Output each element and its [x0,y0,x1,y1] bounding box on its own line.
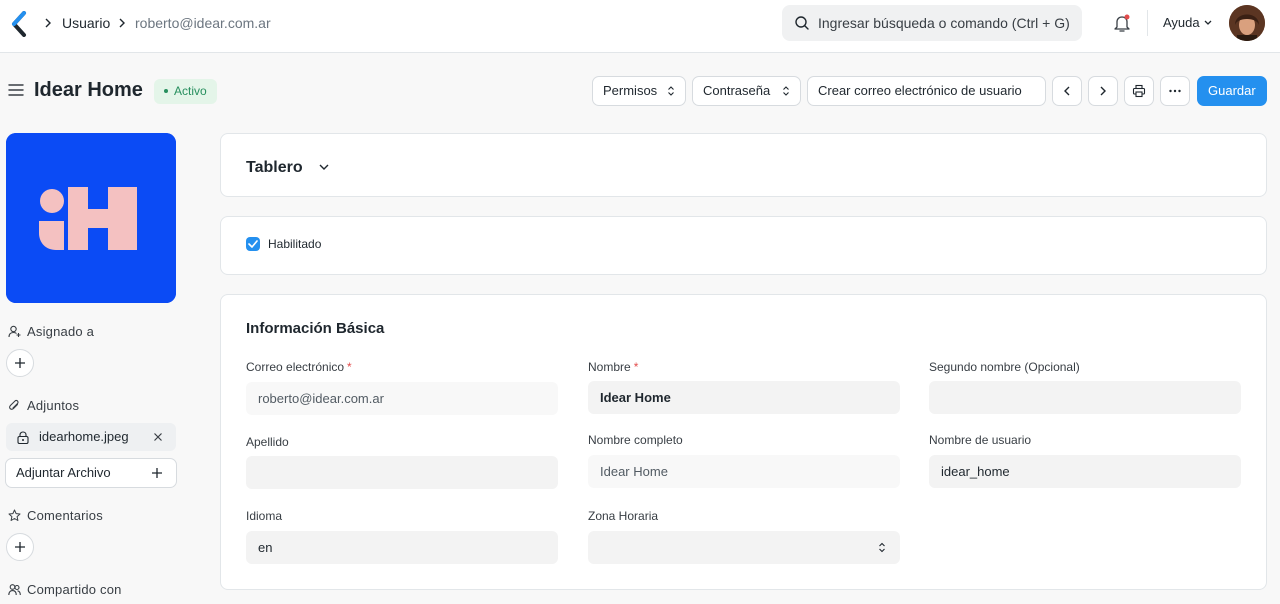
attachment-filename[interactable]: idearhome.jpeg [39,429,129,445]
chevron-down-icon[interactable] [1203,18,1213,28]
avatar-photo-icon [1229,5,1265,41]
navbar: Usuario roberto@idear.com.ar Ingresar bú… [0,0,1280,53]
permissions-label: Permisos [603,83,658,98]
page-title: Idear Home [34,79,143,101]
attach-file-button[interactable]: Adjuntar Archivo [5,458,177,488]
idear-logo-image [6,133,176,303]
assigned-to-section: Asignado a [8,324,94,340]
search-icon [795,16,809,30]
user-avatar[interactable] [1229,5,1265,41]
breadcrumb-current-record[interactable]: roberto@idear.com.ar [135,14,271,32]
notification-bell-icon[interactable] [1113,13,1131,33]
chevron-left-icon [1064,86,1070,96]
full-name-label: Nombre completo [588,433,683,447]
status-dot [164,88,168,93]
status-text: Activo [174,84,207,98]
middle-name-label: Segundo nombre (Opcional) [929,360,1080,374]
dashboard-section[interactable]: Tablero [220,133,1267,197]
username-field[interactable]: idear_home [929,455,1241,488]
sort-arrows-icon [879,542,885,553]
print-button[interactable] [1124,76,1154,106]
add-comment-button[interactable] [6,533,34,561]
plus-icon [152,468,162,478]
search-placeholder: Ingresar búsqueda o comando (Ctrl + G) [818,15,1070,31]
full-name-field[interactable]: Idear Home [588,455,900,488]
shared-with-label: Compartido con [27,582,122,597]
attach-file-label: Adjuntar Archivo [16,465,111,480]
breadcrumb-user-doctype[interactable]: Usuario [62,14,110,32]
plus-icon [15,542,25,552]
user-image[interactable] [6,133,176,303]
status-badge: Activo [154,79,217,104]
checkmark-icon [248,240,258,248]
language-label: Idioma [246,509,283,523]
ellipsis-icon [1169,89,1181,93]
chevron-right-icon [1100,86,1106,96]
plus-icon [15,358,25,368]
middle-name-field[interactable] [929,381,1241,414]
shared-with-section: Compartido con [8,582,122,598]
enabled-label: Habilitado [268,237,322,251]
paperclip-icon [9,399,19,410]
sort-arrows-icon [783,86,789,96]
language-field[interactable]: en [246,531,558,564]
assigned-to-label: Asignado a [27,324,95,339]
password-button[interactable]: Contraseña [692,76,801,106]
first-name-field[interactable]: Idear Home [588,381,900,414]
basic-info-section: Información Básica Correo electrónico * r… [220,294,1267,590]
chevron-down-icon[interactable] [318,162,330,172]
attachments-label: Adjuntos [27,398,80,413]
sort-arrows-icon [668,86,674,96]
user-add-icon [8,325,21,338]
app-logo-icon[interactable] [10,11,28,37]
create-user-email-button[interactable]: Crear correo electrónico de usuario [807,76,1046,106]
basic-info-title: Información Básica [246,320,385,337]
remove-attachment-icon[interactable] [153,432,163,442]
breadcrumb-chevron-icon [45,18,51,28]
save-label: Guardar [1208,83,1256,98]
search-bar[interactable]: Ingresar búsqueda o comando (Ctrl + G) [782,5,1082,41]
save-button[interactable]: Guardar [1197,76,1267,106]
comments-section: Comentarios [8,508,103,524]
dashboard-title: Tablero [246,159,303,176]
star-icon [8,509,21,521]
next-record-button[interactable] [1088,76,1118,106]
password-label: Contraseña [703,83,771,98]
enabled-section: Habilitado [220,216,1267,275]
navbar-divider [1147,10,1148,36]
first-name-label: Nombre * [588,360,639,374]
attachment-item[interactable]: idearhome.jpeg [6,423,176,451]
timezone-select[interactable] [588,531,900,564]
users-icon [8,584,21,596]
printer-icon [1132,84,1146,98]
breadcrumb-chevron-icon [119,18,125,28]
enabled-checkbox[interactable] [246,237,260,251]
help-menu[interactable]: Ayuda [1163,15,1200,31]
attachments-section: Adjuntos [8,398,79,414]
previous-record-button[interactable] [1052,76,1082,106]
email-label: Correo electrónico * [246,360,352,374]
timezone-label: Zona Horaria [588,509,659,523]
username-label: Nombre de usuario [929,433,1032,447]
more-actions-button[interactable] [1160,76,1190,106]
sidebar-toggle-icon[interactable] [8,83,24,97]
lock-icon [17,431,29,444]
last-name-field[interactable] [246,456,558,489]
comments-label: Comentarios [27,508,103,523]
email-field[interactable]: roberto@idear.com.ar [246,382,558,415]
add-assignment-button[interactable] [6,349,34,377]
create-user-email-label: Crear correo electrónico de usuario [818,83,1022,98]
permissions-button[interactable]: Permisos [592,76,686,106]
last-name-label: Apellido [246,435,289,449]
